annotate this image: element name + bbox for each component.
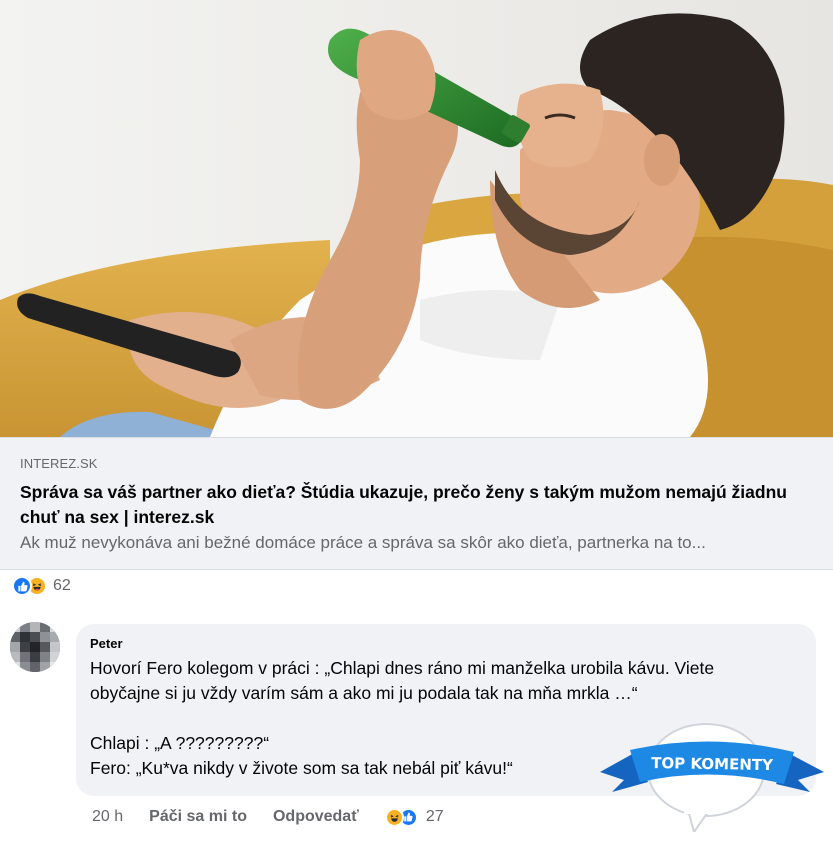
reply-button[interactable]: Odpovedať	[273, 808, 359, 826]
pixelated-avatar-image	[10, 622, 60, 672]
comment-author[interactable]: Peter	[90, 636, 802, 651]
man-drinking-photo	[0, 0, 833, 437]
link-domain: INTEREZ.SK	[20, 456, 98, 471]
comment-reaction-count: 27	[425, 808, 444, 825]
like-icon	[12, 576, 32, 596]
link-title[interactable]: Správa sa váš partner ako dieťa? Štúdia …	[20, 480, 813, 530]
avatar[interactable]	[10, 622, 60, 672]
link-preview-meta[interactable]: INTEREZ.SK Správa sa váš partner ako die…	[0, 437, 833, 570]
reaction-count: 62	[53, 577, 71, 594]
comment-line: obyčajne si ju vždy varím sám a ako mi j…	[90, 683, 638, 703]
like-button[interactable]: Páči sa mi to	[149, 808, 247, 826]
comment-line: Hovorí Fero kolegom v práci : „Chlapi dn…	[90, 658, 715, 678]
top-comments-badge: TOP KOMENTY	[596, 712, 828, 835]
comment-timestamp[interactable]: 20 h	[92, 808, 123, 826]
link-preview-image[interactable]	[0, 0, 833, 437]
link-description: Ak muž nevykonáva ani bežné domáce práce…	[20, 533, 706, 552]
post-reactions[interactable]: 62	[12, 574, 71, 598]
badge-text: TOP KOMENTY	[651, 754, 774, 774]
haha-icon	[384, 807, 404, 827]
comment-reactions[interactable]	[384, 807, 418, 827]
comment-actions: 20 h Páči sa mi to Odpovedať 27	[92, 805, 444, 829]
